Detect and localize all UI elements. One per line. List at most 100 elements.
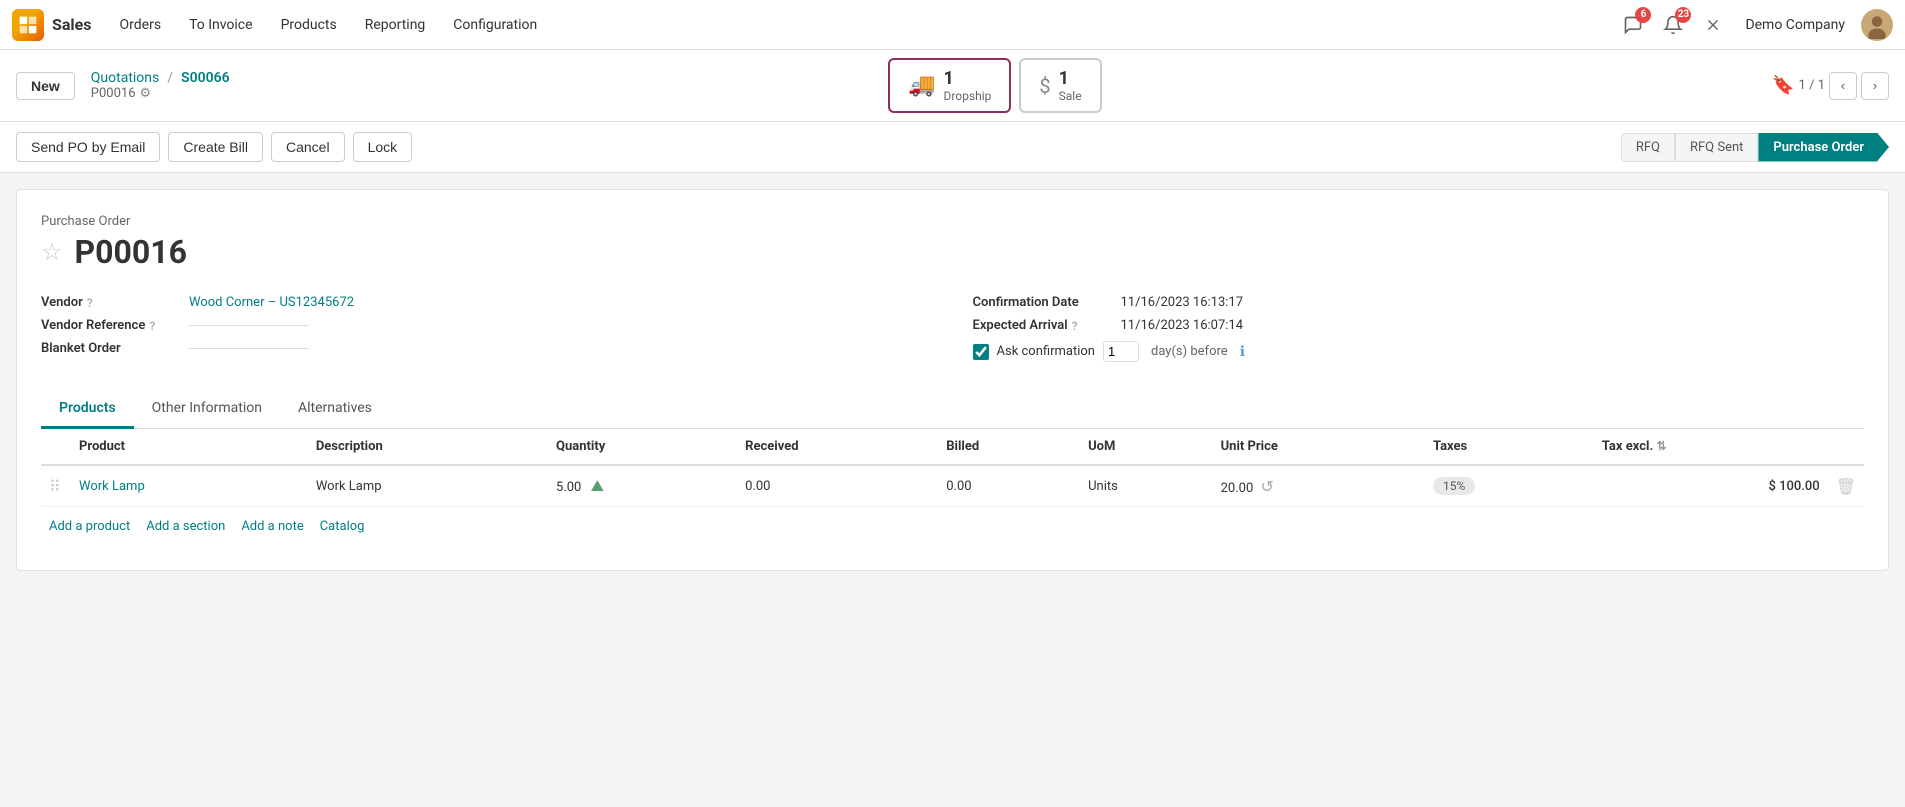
ask-confirmation-field-row: Ask confirmation day(s) before ℹ [973,337,1865,366]
col-description: Description [308,429,548,465]
blanket-order-value[interactable] [189,348,309,349]
ask-confirmation-checkbox[interactable] [973,344,989,360]
vendor-value[interactable]: Wood Corner – US12345672 [189,295,354,310]
status-purchase-order[interactable]: Purchase Order [1758,133,1889,162]
quantity-value[interactable]: 5.00 [556,480,581,495]
add-section-link[interactable]: Add a section [146,519,225,534]
status-rfq[interactable]: RFQ [1621,133,1675,162]
add-row: Add a product Add a section Add a note C… [41,507,1864,546]
received-value: 0.00 [745,479,770,494]
dropship-label: Dropship [944,89,992,103]
sale-smart-btn[interactable]: $ 1 Sale [1019,58,1101,113]
ask-confirmation-input[interactable] [1103,341,1139,362]
prev-page-button[interactable]: ‹ [1829,72,1857,100]
breadcrumb-separator: / [167,70,173,86]
bookmark-button[interactable]: 🔖 [1772,75,1794,96]
send-po-button[interactable]: Send PO by Email [16,132,160,162]
truck-icon: 🚚 [908,73,935,98]
po-header-label: Purchase Order [41,214,1864,229]
forecast-icon[interactable]: ⛰ [591,476,604,495]
chat-badge: 6 [1635,7,1651,23]
next-page-button[interactable]: › [1861,72,1889,100]
sale-count: 1 [1059,68,1082,89]
vendor-help-icon[interactable]: ? [87,296,93,310]
drag-handle-icon[interactable]: ⠿ [49,477,61,496]
table-row: ⠿ Work Lamp Work Lamp 5.00 ⛰ 0.00 0.00 U… [41,465,1864,507]
expected-arrival-label: Expected Arrival ? [973,318,1113,333]
nav-right: 6 23 Demo Company [1617,9,1893,41]
action-bar: Send PO by Email Create Bill Cancel Lock… [0,122,1905,173]
add-note-link[interactable]: Add a note [241,519,303,534]
delete-row-icon[interactable]: 🗑 [1836,477,1856,496]
days-before-info-icon[interactable]: ℹ [1240,344,1245,360]
reset-price-icon[interactable]: ↺ [1260,477,1273,496]
tab-other-info[interactable]: Other Information [134,390,280,429]
nav-products[interactable]: Products [269,11,349,39]
status-pills: RFQ RFQ Sent Purchase Order [1621,133,1889,162]
dropship-smart-btn[interactable]: 🚚 1 Dropship [888,58,1011,113]
form-fields: Vendor ? Wood Corner – US12345672 Vendor… [41,291,1864,366]
cancel-button[interactable]: Cancel [271,132,345,162]
days-before-label: day(s) before [1151,344,1228,359]
tab-products[interactable]: Products [41,390,134,429]
confirmation-date-value: 11/16/2023 16:13:17 [1121,295,1244,310]
dropship-count: 1 [944,68,992,89]
col-unit-price: Unit Price [1213,429,1425,465]
dollar-icon: $ [1039,74,1050,98]
expected-arrival-field-row: Expected Arrival ? 11/16/2023 16:07:14 [973,314,1865,337]
status-rfq-sent[interactable]: RFQ Sent [1675,133,1758,162]
user-avatar[interactable] [1861,9,1893,41]
col-quantity: Quantity [548,429,737,465]
main-content: Purchase Order ☆ P00016 Vendor ? Wood Co… [16,189,1889,571]
col-delete [1828,429,1864,465]
bell-badge: 23 [1675,7,1691,23]
products-table: Product Description Quantity Received Bi… [41,429,1864,507]
col-uom: UoM [1080,429,1212,465]
bell-icon-btn[interactable]: 23 [1657,9,1689,41]
taxes-badge[interactable]: 15% [1433,477,1475,495]
vendor-ref-help-icon[interactable]: ? [149,319,155,333]
product-name[interactable]: Work Lamp [79,479,145,494]
breadcrumb-quotations[interactable]: Quotations [91,70,159,86]
sort-icon[interactable]: ⇅ [1656,439,1666,453]
breadcrumb-bar: New Quotations / S00066 P00016 ⚙ 🚚 1 Dro… [0,50,1905,122]
pagination-arrows: 🔖 1 / 1 ‹ › [1772,72,1889,100]
pagination-info: 1 / 1 [1799,78,1825,93]
settings-icon[interactable]: ⚙ [140,86,152,101]
lock-button[interactable]: Lock [353,132,413,162]
nav-items: Orders To Invoice Products Reporting Con… [108,11,1618,39]
uom-value[interactable]: Units [1088,479,1118,494]
po-reference-row: P00016 ⚙ [91,86,230,101]
col-tax-excl: Tax excl. ⇅ [1594,429,1828,465]
blanket-order-label: Blanket Order [41,341,181,356]
add-product-link[interactable]: Add a product [49,519,130,534]
app-logo[interactable]: Sales [12,9,92,41]
nav-configuration[interactable]: Configuration [441,11,549,39]
vendor-ref-label: Vendor Reference ? [41,318,181,333]
catalog-link[interactable]: Catalog [320,519,365,534]
close-icon-btn[interactable] [1697,9,1729,41]
confirmation-date-label: Confirmation Date [973,295,1113,310]
new-button[interactable]: New [16,72,75,100]
unit-price-value[interactable]: 20.00 [1221,481,1254,496]
tab-alternatives[interactable]: Alternatives [280,390,390,429]
create-bill-button[interactable]: Create Bill [168,132,263,162]
col-taxes: Taxes [1425,429,1594,465]
billed-value: 0.00 [946,479,971,494]
favorite-star-button[interactable]: ☆ [41,238,63,267]
nav-reporting[interactable]: Reporting [353,11,438,39]
po-number: P00016 [75,233,187,271]
product-description[interactable]: Work Lamp [316,479,382,494]
nav-to-invoice[interactable]: To Invoice [177,11,265,39]
vendor-ref-value[interactable] [189,325,309,326]
app-name: Sales [52,15,92,34]
vendor-ref-field-row: Vendor Reference ? [41,314,933,337]
expected-arrival-help-icon[interactable]: ? [1072,319,1078,333]
expected-arrival-value[interactable]: 11/16/2023 16:07:14 [1121,318,1244,333]
col-product: Product [71,429,308,465]
po-ref-text: P00016 [91,86,136,101]
confirmation-date-field-row: Confirmation Date 11/16/2023 16:13:17 [973,291,1865,314]
breadcrumb-current[interactable]: S00066 [181,70,230,86]
nav-orders[interactable]: Orders [108,11,174,39]
chat-icon-btn[interactable]: 6 [1617,9,1649,41]
